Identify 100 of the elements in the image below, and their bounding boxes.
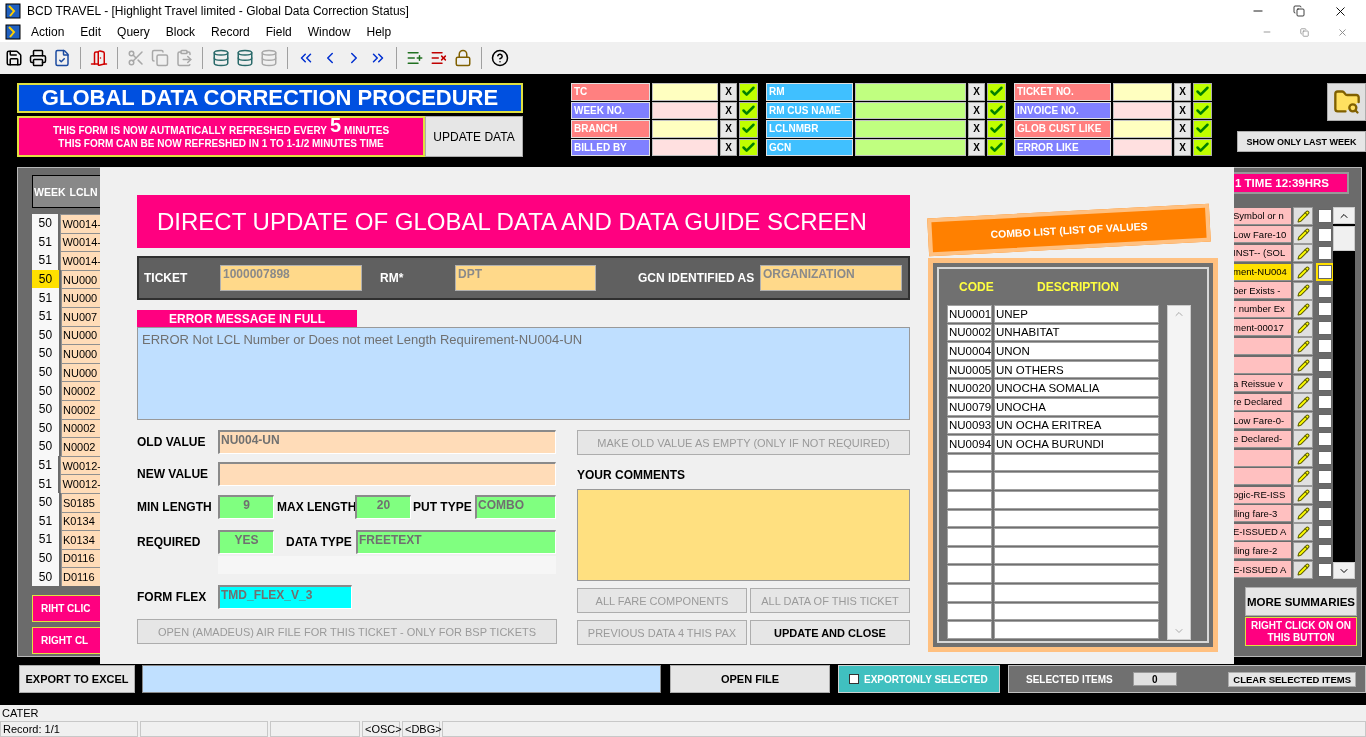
edit-button[interactable] [1293,542,1313,560]
filter-field[interactable] [855,120,966,138]
filter-field[interactable] [1113,138,1172,156]
apply-button[interactable] [1193,101,1212,119]
clear-button[interactable]: X [720,83,737,101]
clear-button[interactable]: X [720,101,737,119]
show-last-week-button[interactable]: SHOW ONLY LAST WEEK [1237,131,1366,152]
empty-cell[interactable] [947,602,992,621]
edit-button[interactable] [1293,411,1313,430]
row-checkbox[interactable] [1318,451,1332,465]
description-cell[interactable]: UN OCHA BURUNDI [994,435,1159,453]
description-cell[interactable]: UNEP [994,305,1159,323]
edit-button[interactable] [1293,374,1313,393]
save-icon[interactable] [5,49,23,67]
error-cell[interactable] [1233,449,1291,467]
apply-button[interactable] [739,101,758,119]
scrollbar[interactable] [1333,207,1355,579]
row-checkbox[interactable] [1318,544,1332,558]
edit-button[interactable] [1293,467,1313,486]
edit-button[interactable] [1293,263,1313,282]
search-button[interactable] [1327,83,1366,121]
edit-button[interactable] [1293,430,1313,449]
error-cell[interactable]: re Declared [1233,393,1291,411]
edit-button[interactable] [1293,225,1313,244]
edit-button[interactable] [1293,393,1313,412]
edit-button[interactable] [1293,281,1313,300]
description-cell[interactable]: UNOCHA SOMALIA [994,379,1159,397]
description-cell[interactable]: UN OCHA ERITREA [994,416,1159,435]
clear-button[interactable]: X [1174,120,1191,138]
help-icon[interactable] [491,49,509,67]
database-icon[interactable] [236,49,254,67]
file-path-field[interactable] [142,665,661,693]
empty-cell[interactable] [994,583,1159,602]
scroll-thumb[interactable] [1333,226,1355,251]
edit-button[interactable] [1293,560,1313,579]
empty-cell[interactable] [947,621,992,639]
apply-button[interactable] [739,138,758,156]
error-cell[interactable]: ment-NU004 [1233,263,1291,281]
row-checkbox[interactable] [1318,432,1332,447]
error-cell[interactable]: r number Ex [1233,300,1291,318]
empty-cell[interactable] [994,546,1159,565]
lclnmbr-cell[interactable]: W0014- [60,214,101,233]
error-cell[interactable]: Low Fare-10 [1233,226,1291,244]
week-cell[interactable]: 50 [32,269,59,289]
edit-button[interactable] [1293,244,1313,263]
new-value-field[interactable] [218,462,556,486]
lclnmbr-cell[interactable]: W0014- [60,251,101,270]
apply-button[interactable] [1193,138,1212,156]
error-cell[interactable]: ber Exists - [1233,282,1291,300]
menu-item[interactable]: Field [259,25,298,39]
empty-cell[interactable] [947,528,992,546]
edit-button[interactable] [1293,449,1313,467]
filter-field[interactable] [652,83,718,101]
lock-icon[interactable] [454,49,472,67]
filter-field[interactable] [652,138,718,156]
description-cell[interactable]: UNOCHA [994,397,1159,416]
lclnmbr-cell[interactable]: NU000 [61,344,101,363]
empty-cell[interactable] [994,602,1159,621]
edit-button[interactable] [1293,300,1313,319]
open-file-button[interactable]: OPEN FILE [670,665,830,693]
error-cell[interactable]: E-ISSUED A [1233,561,1291,579]
code-cell[interactable]: NU0001 [947,305,992,323]
export-excel-button[interactable]: EXPORT TO EXCEL [19,665,135,693]
week-cell[interactable]: 50 [32,492,59,512]
database-icon[interactable] [212,49,230,67]
apply-button[interactable] [987,138,1006,156]
add-record-icon[interactable] [406,49,424,67]
week-cell[interactable]: 51 [32,251,59,270]
row-checkbox[interactable] [1318,506,1332,521]
empty-cell[interactable] [947,546,992,565]
apply-button[interactable] [987,101,1006,119]
empty-cell[interactable] [994,565,1159,583]
row-checkbox[interactable] [1318,376,1332,391]
lclnmbr-cell[interactable]: N0002 [61,437,101,456]
error-cell[interactable]: ogic-RE-ISS [1233,486,1291,504]
edit-button[interactable] [1293,486,1313,505]
week-cell[interactable]: 51 [32,288,59,307]
row-checkbox[interactable] [1318,413,1332,428]
code-cell[interactable]: NU0005 [947,360,992,379]
code-cell[interactable]: NU0093 [947,416,992,435]
row-checkbox[interactable] [1318,358,1332,373]
empty-cell[interactable] [994,621,1159,639]
code-cell[interactable]: NU0079 [947,397,992,416]
row-checkbox[interactable] [1318,227,1332,242]
restore-icon[interactable] [1293,5,1305,17]
menu-item[interactable]: Window [301,25,357,39]
clear-selected-button[interactable]: CLEAR SELECTED ITEMS [1228,671,1356,687]
update-data-button[interactable]: UPDATE DATA [425,116,523,157]
row-checkbox[interactable] [1318,469,1332,484]
lclnmbr-cell[interactable]: D0116 [61,567,101,586]
row-checkbox[interactable] [1318,395,1332,410]
row-checkbox[interactable] [1318,562,1332,577]
week-cell[interactable]: 51 [32,474,59,493]
row-checkbox[interactable] [1318,283,1332,298]
empty-cell[interactable] [947,472,992,490]
description-cell[interactable]: UNON [994,342,1159,360]
lclnmbr-cell[interactable]: N0002 [61,381,101,400]
empty-cell[interactable] [947,509,992,528]
clear-button[interactable]: X [720,138,737,156]
delete-record-icon[interactable] [430,49,448,67]
